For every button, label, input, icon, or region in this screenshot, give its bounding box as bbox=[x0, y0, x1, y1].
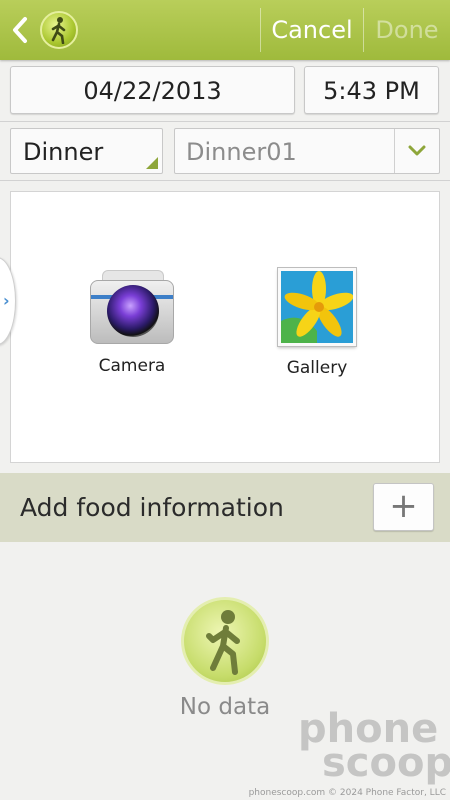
walking-person-icon bbox=[181, 597, 269, 685]
divider bbox=[260, 8, 261, 52]
camera-button[interactable]: Camera bbox=[82, 270, 182, 376]
gallery-button[interactable]: Gallery bbox=[267, 268, 367, 378]
divider bbox=[0, 180, 450, 181]
time-picker-button[interactable]: 5:43 PM bbox=[304, 66, 439, 114]
date-picker-button[interactable]: 04/22/2013 bbox=[10, 66, 295, 114]
add-food-button[interactable]: + bbox=[373, 483, 434, 531]
divider bbox=[0, 121, 450, 122]
meal-name-field[interactable]: Dinner01 bbox=[174, 128, 440, 174]
meal-type-spinner[interactable]: Dinner bbox=[10, 128, 163, 174]
meal-type-value: Dinner bbox=[23, 138, 104, 166]
meal-name-dropdown[interactable] bbox=[394, 129, 439, 173]
done-button[interactable]: Done bbox=[364, 0, 450, 60]
meal-name-value: Dinner01 bbox=[186, 138, 297, 166]
camera-label: Camera bbox=[98, 356, 166, 376]
cancel-button[interactable]: Cancel bbox=[262, 0, 362, 60]
camera-icon bbox=[90, 270, 174, 344]
chevron-right-icon: › bbox=[3, 291, 10, 310]
action-bar: Cancel Done bbox=[0, 0, 450, 60]
chevron-down-icon bbox=[408, 145, 426, 156]
spinner-corner-icon bbox=[146, 157, 158, 169]
walking-person-icon bbox=[40, 11, 78, 49]
gallery-icon bbox=[278, 268, 356, 346]
photo-source-panel bbox=[10, 191, 440, 463]
watermark-logo: phone scoop bbox=[298, 709, 450, 783]
back-chevron-icon[interactable] bbox=[10, 16, 30, 44]
watermark-credits: phonescoop.com © 2024 Phone Factor, LLC bbox=[248, 788, 446, 798]
gallery-label: Gallery bbox=[286, 358, 348, 378]
add-food-info-title: Add food information bbox=[20, 493, 284, 522]
